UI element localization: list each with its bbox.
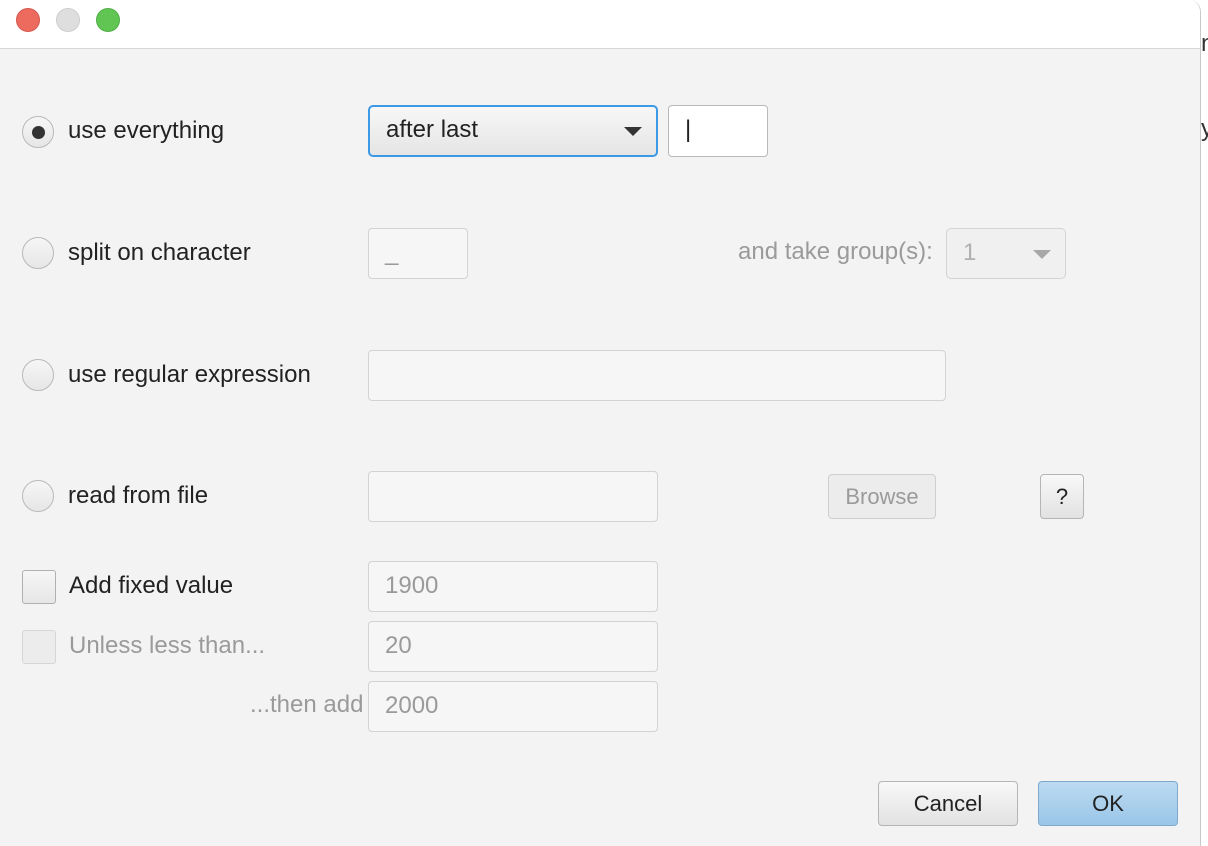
- cancel-button[interactable]: Cancel: [878, 781, 1018, 826]
- use-regex-radio[interactable]: [22, 359, 54, 391]
- then-add-input[interactable]: 2000: [368, 681, 658, 732]
- browse-button[interactable]: Browse: [828, 474, 936, 519]
- take-group-label: and take group(s):: [738, 238, 933, 265]
- minimize-window-icon[interactable]: [56, 8, 80, 32]
- group-select[interactable]: 1: [946, 228, 1066, 279]
- add-fixed-value-label: Add fixed value: [69, 572, 234, 599]
- regex-input[interactable]: [368, 350, 946, 401]
- read-from-file-radio[interactable]: [22, 480, 54, 512]
- close-window-icon[interactable]: [16, 8, 40, 32]
- chevron-down-icon: [1033, 250, 1051, 259]
- use-regex-label: use regular expression: [68, 361, 311, 388]
- ok-button[interactable]: OK: [1038, 781, 1178, 826]
- use-everything-radio[interactable]: [22, 116, 54, 148]
- background-window-text: n: [1201, 30, 1208, 57]
- position-char-input[interactable]: |: [668, 105, 768, 157]
- help-button[interactable]: ?: [1040, 474, 1084, 519]
- dialog-window: use everything after last | split on cha…: [0, 0, 1201, 846]
- split-char-input[interactable]: _: [368, 228, 468, 279]
- group-select-value: 1: [963, 239, 977, 266]
- split-on-character-radio[interactable]: [22, 237, 54, 269]
- add-fixed-value-checkbox[interactable]: [22, 570, 56, 604]
- read-from-file-label: read from file: [68, 482, 209, 509]
- chevron-down-icon: [624, 127, 642, 136]
- unless-less-than-checkbox[interactable]: [22, 630, 56, 664]
- title-bar: [0, 0, 1200, 49]
- position-select-value: after last: [386, 116, 479, 143]
- use-everything-label: use everything: [68, 117, 225, 144]
- unless-less-than-input[interactable]: 20: [368, 621, 658, 672]
- zoom-window-icon[interactable]: [96, 8, 120, 32]
- unless-less-than-label: Unless less than...: [69, 632, 266, 659]
- background-window-text: y: [1201, 115, 1208, 142]
- split-on-character-label: split on character: [68, 239, 251, 266]
- position-select[interactable]: after last: [368, 105, 658, 157]
- fixed-value-input[interactable]: 1900: [368, 561, 658, 612]
- then-add-label: ...then add: [250, 691, 364, 718]
- file-path-input[interactable]: [368, 471, 658, 522]
